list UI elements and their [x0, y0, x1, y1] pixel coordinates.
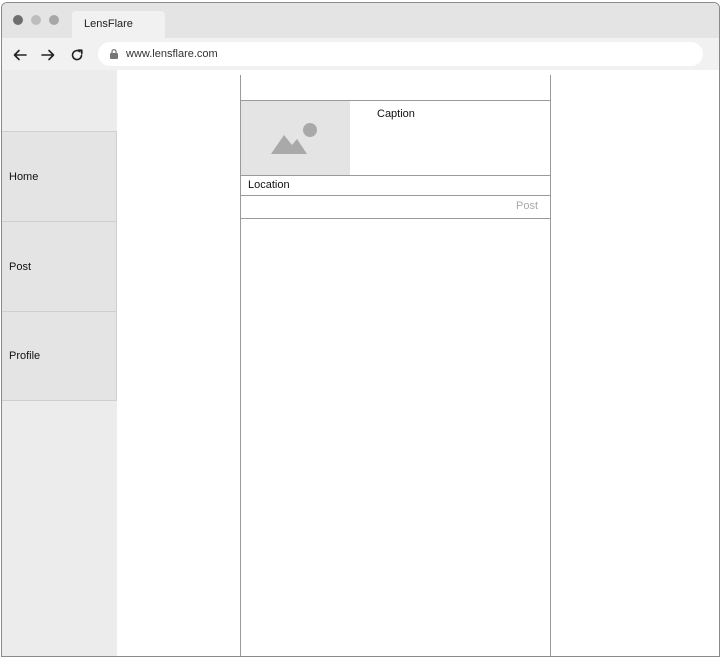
sidebar-item-post[interactable]: Post [2, 221, 117, 311]
close-window-button[interactable] [13, 15, 23, 25]
browser-tab[interactable]: LensFlare [72, 11, 165, 38]
sidebar-item-label: Home [9, 170, 39, 183]
tab-title: LensFlare [84, 18, 133, 30]
maximize-window-button[interactable] [49, 15, 59, 25]
main-feed-column: Caption Location Post [240, 75, 551, 656]
location-input[interactable]: Location [241, 175, 550, 196]
image-upload-area[interactable] [241, 101, 350, 175]
browser-toolbar: www.lensflare.com [2, 38, 719, 70]
post-composer: Caption Location Post [241, 100, 550, 219]
lock-icon [108, 48, 120, 60]
sidebar: Home Post Profile [2, 70, 117, 656]
caption-input[interactable]: Caption [350, 101, 550, 175]
forward-arrow-icon[interactable] [40, 47, 56, 63]
url-text: www.lensflare.com [126, 48, 218, 60]
post-button-label: Post [515, 200, 538, 212]
title-bar: LensFlare [2, 3, 719, 38]
sidebar-item-label: Profile [9, 350, 41, 362]
image-icon [271, 123, 317, 154]
browser-window: LensFlare www.lensflare.com Home Post Pr… [1, 2, 720, 657]
sidebar-item-profile[interactable]: Profile [2, 311, 117, 401]
sidebar-item-label: Post [9, 260, 32, 273]
minimize-window-button[interactable] [31, 15, 41, 25]
caption-placeholder: Caption [377, 108, 415, 120]
location-placeholder: Location [248, 179, 290, 191]
back-arrow-icon[interactable] [12, 47, 28, 63]
address-bar[interactable]: www.lensflare.com [98, 42, 703, 66]
reload-icon[interactable] [69, 47, 85, 63]
sidebar-header [2, 70, 117, 131]
sidebar-item-home[interactable]: Home [2, 131, 117, 221]
post-button[interactable]: Post [241, 196, 550, 219]
